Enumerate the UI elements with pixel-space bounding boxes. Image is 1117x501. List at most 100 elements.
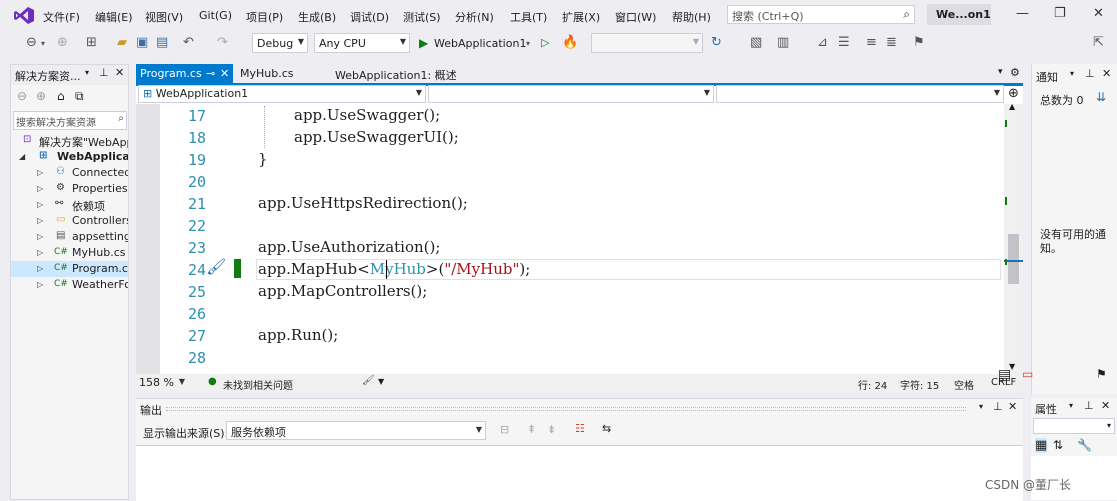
panel-menu-icon[interactable]: ▾	[1069, 401, 1073, 410]
collapsed-arrow-icon[interactable]: ▷	[37, 248, 43, 257]
start-without-debugging-icon[interactable]: ▷	[541, 36, 549, 49]
platform-select[interactable]: Any CPU ▼	[314, 33, 410, 53]
toolbox-icon[interactable]: ▭	[1022, 367, 1033, 381]
tab-program-cs[interactable]: Program.cs ⊸ ✕	[136, 64, 233, 83]
panel-menu-icon[interactable]: ▾	[1070, 69, 1074, 78]
zoom-select[interactable]: 158 % ▼	[136, 374, 188, 392]
code-line[interactable]: }	[258, 150, 268, 168]
tree-item-program[interactable]: ▷ C# Program.cs	[11, 261, 128, 277]
redo-icon[interactable]: ↷	[217, 35, 228, 50]
search-input[interactable]: 搜索 (Ctrl+Q) ⌕	[727, 5, 915, 24]
tree-item-myhub[interactable]: ▷ C# MyHub.cs	[11, 245, 128, 261]
bookmark-icon[interactable]: ⚑	[913, 35, 925, 50]
tree-item-controllers[interactable]: ▷ ▭ Controllers	[11, 213, 128, 229]
back-icon[interactable]: ⊖	[26, 35, 37, 50]
refresh-icon[interactable]: ↻	[711, 35, 722, 50]
menu-extensions[interactable]: 扩展(X)	[562, 9, 600, 25]
cleanup-brush-icon[interactable]: 🖌	[362, 375, 375, 386]
menu-view[interactable]: 视图(V)	[145, 9, 183, 25]
home-icon[interactable]: ⌂	[57, 89, 65, 103]
switch-views-icon[interactable]: ⧉	[75, 89, 84, 104]
back-dropdown-icon[interactable]: ▾	[41, 39, 45, 48]
expanded-arrow-icon[interactable]: ◢	[19, 152, 25, 161]
forward-icon[interactable]: ⊕	[36, 89, 46, 103]
collapsed-arrow-icon[interactable]: ▷	[37, 280, 43, 289]
close-icon[interactable]: ✕	[1093, 6, 1104, 21]
pin-icon[interactable]: ⊥	[99, 66, 109, 79]
output-source-select[interactable]: 服务依赖项 ▼	[226, 421, 486, 440]
quick-actions-brush-icon[interactable]: 🖌	[206, 257, 226, 276]
wrench-icon[interactable]: 🔧	[1077, 438, 1092, 452]
tree-item-solution[interactable]: ⊡ 解决方案"WebApp	[11, 133, 128, 149]
tab-overview[interactable]: WebApplication1: 概述	[331, 64, 491, 83]
save-icon[interactable]: ▣	[136, 35, 148, 50]
property-object-select[interactable]: ▾	[1033, 418, 1115, 434]
scroll-up-icon[interactable]: ▲	[1009, 102, 1015, 111]
code-line[interactable]: app.UseSwaggerUI();	[294, 128, 459, 146]
menu-tools[interactable]: 工具(T)	[510, 9, 547, 25]
settings-icon[interactable]: ⚙	[1010, 66, 1020, 79]
panel-menu-icon[interactable]: ▾	[85, 68, 89, 77]
browser-link-icon[interactable]: ▧	[750, 35, 762, 50]
menu-edit[interactable]: 编辑(E)	[95, 9, 133, 25]
back-icon[interactable]: ⊖	[17, 89, 27, 103]
open-folder-icon[interactable]: ▰	[117, 35, 127, 50]
menu-debug[interactable]: 调试(D)	[350, 9, 389, 25]
menu-file[interactable]: 文件(F)	[43, 9, 80, 25]
collapsed-arrow-icon[interactable]: ▷	[37, 264, 43, 273]
breakpoint-list-icon[interactable]: ☰	[838, 35, 850, 50]
type-navigation-select[interactable]: ▼	[428, 85, 714, 103]
collapsed-arrow-icon[interactable]: ▷	[37, 184, 43, 193]
split-icon[interactable]: ⊕	[1008, 86, 1019, 101]
debug-target-select[interactable]: ▼	[591, 33, 703, 53]
code-line[interactable]: app.UseSwagger();	[294, 106, 440, 124]
step-icon[interactable]: ⊿	[817, 35, 828, 50]
pin-icon[interactable]: ⊥	[993, 400, 1003, 413]
panel-menu-icon[interactable]: ▾	[979, 402, 983, 411]
clear-all-icon[interactable]: ☷	[575, 422, 585, 435]
next-message-icon[interactable]: ⇟	[547, 423, 556, 436]
menu-test[interactable]: 测试(S)	[403, 9, 441, 25]
forward-icon[interactable]: ⊕	[57, 35, 68, 50]
collapsed-arrow-icon[interactable]: ▷	[37, 168, 43, 177]
run-dropdown-icon[interactable]: ▾	[526, 39, 530, 48]
visual-studio-logo-icon[interactable]	[14, 7, 34, 24]
close-icon[interactable]: ✕	[1102, 67, 1111, 80]
close-tab-icon[interactable]: ✕	[220, 67, 229, 80]
code-line[interactable]: app.Run();	[258, 326, 338, 344]
tree-item-project[interactable]: ◢ ⊞ WebApplicati	[11, 149, 128, 165]
tab-list-icon[interactable]: ▾	[998, 67, 1003, 77]
menu-build[interactable]: 生成(B)	[298, 9, 336, 25]
tree-item-weatherforecast[interactable]: ▷ C# WeatherFo	[11, 277, 128, 293]
menu-window[interactable]: 窗口(W)	[615, 9, 656, 25]
collapsed-arrow-icon[interactable]: ▷	[37, 216, 43, 225]
output-text-area[interactable]	[136, 445, 1023, 501]
run-icon[interactable]: ▶	[419, 36, 428, 50]
close-icon[interactable]: ✕	[1008, 400, 1017, 413]
tree-item-dependencies[interactable]: ▷ ⚯ 依赖项	[11, 197, 128, 213]
code-line[interactable]: app.MapControllers();	[258, 282, 427, 300]
save-all-icon[interactable]: ▤	[156, 35, 168, 50]
uncomment-icon[interactable]: ≣	[886, 35, 897, 50]
alphabetical-icon[interactable]: ⇅	[1053, 438, 1063, 452]
layout-icon[interactable]: ▥	[777, 35, 789, 50]
hot-reload-icon[interactable]: 🔥	[562, 35, 578, 50]
project-navigation-select[interactable]: ⊞ WebApplication1 ▼	[138, 85, 426, 103]
menu-git[interactable]: Git(G)	[199, 9, 232, 22]
collapsed-arrow-icon[interactable]: ▷	[37, 200, 43, 209]
new-item-icon[interactable]: ⊞	[86, 35, 97, 50]
find-message-icon[interactable]: ⊟	[500, 423, 509, 436]
close-icon[interactable]: ✕	[1101, 399, 1110, 412]
flag-icon[interactable]: ⚑	[1096, 367, 1107, 381]
previous-message-icon[interactable]: ⇞	[527, 423, 536, 436]
tree-item-connected[interactable]: ▷ ⚇ Connected	[11, 165, 128, 181]
chevron-down-icon[interactable]: ▼	[378, 377, 384, 386]
run-target-button[interactable]: WebApplication1	[434, 37, 526, 50]
pin-icon[interactable]: ⊸	[206, 67, 215, 80]
member-navigation-select[interactable]: ▼	[716, 85, 1004, 103]
comment-icon[interactable]: ≡	[866, 35, 877, 50]
tree-item-appsettings[interactable]: ▷ ▤ appsettings	[11, 229, 128, 245]
word-wrap-icon[interactable]: ⇆	[602, 422, 611, 435]
issues-status[interactable]: 未找到相关问题	[223, 377, 293, 392]
menu-project[interactable]: 项目(P)	[246, 9, 283, 25]
